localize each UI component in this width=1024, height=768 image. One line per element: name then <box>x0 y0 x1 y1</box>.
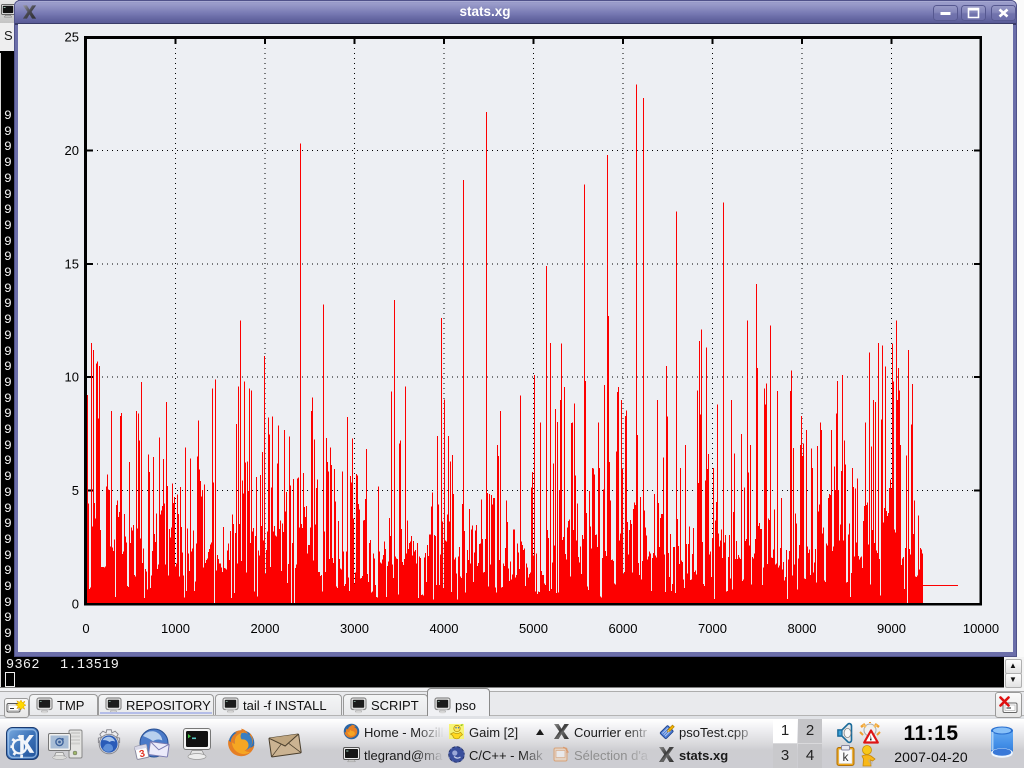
svg-text:20: 20 <box>65 143 79 158</box>
svg-text:6000: 6000 <box>609 621 638 636</box>
svg-text:2000: 2000 <box>251 621 280 636</box>
svg-text:15: 15 <box>65 256 79 271</box>
svg-text:7000: 7000 <box>698 621 727 636</box>
svg-text:3000: 3000 <box>340 621 369 636</box>
svg-text:8000: 8000 <box>788 621 817 636</box>
svg-text:9000: 9000 <box>877 621 906 636</box>
svg-text:10: 10 <box>65 370 79 385</box>
svg-text:5: 5 <box>72 483 79 498</box>
svg-text:1000: 1000 <box>161 621 190 636</box>
svg-text:25: 25 <box>65 30 79 45</box>
svg-text:0: 0 <box>72 597 79 612</box>
svg-text:5000: 5000 <box>519 621 548 636</box>
svg-text:10000: 10000 <box>963 621 999 636</box>
svg-text:0: 0 <box>82 621 89 636</box>
svg-text:4000: 4000 <box>430 621 459 636</box>
